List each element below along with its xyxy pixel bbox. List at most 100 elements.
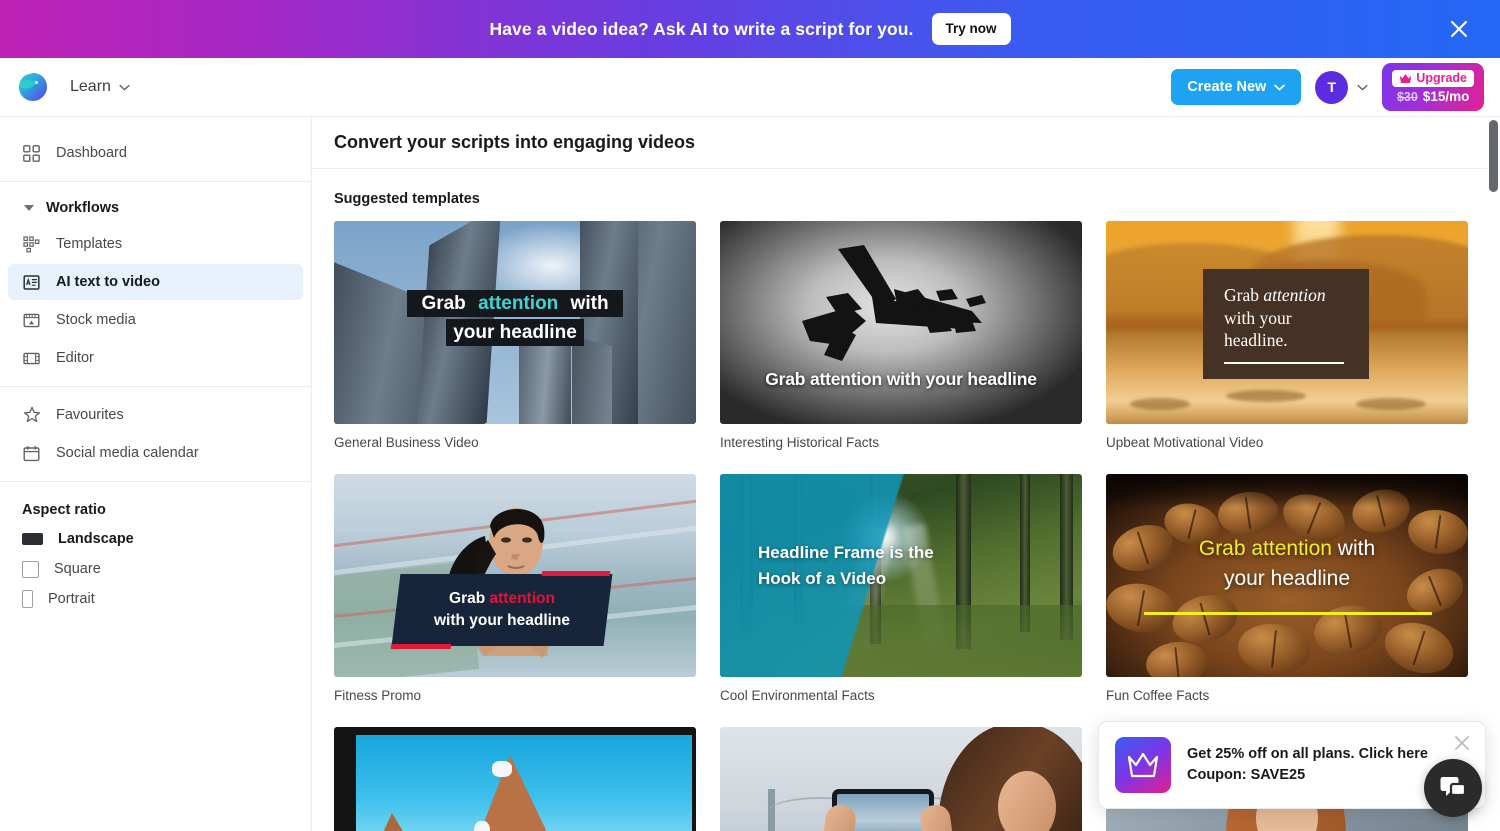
overlay-text-part: Grab	[414, 290, 479, 317]
top-promo-banner: Have a video idea? Ask AI to write a scr…	[0, 0, 1500, 58]
template-name: Fun Coffee Facts	[1106, 688, 1210, 703]
overlay-rule	[1224, 362, 1344, 365]
template-name: Fitness Promo	[334, 688, 422, 703]
sidebar-item-label: AI text to video	[56, 274, 160, 290]
overlay-text-part: Grab	[449, 590, 490, 607]
chevron-down-icon	[1357, 84, 1368, 90]
overlay-text-line1: Headline Frame is the	[758, 543, 934, 562]
template-thumbnail-fitness[interactable]: Grab attention with your headline	[334, 474, 696, 677]
sidebar-item-label: Editor	[56, 350, 94, 366]
template-card[interactable]: Headline Frame is the Hook of a Video Co…	[720, 474, 1082, 703]
sidebar-item-favourites[interactable]: Favourites	[8, 397, 303, 433]
app-header: Learn Create New T Upgrade $30 $15/mo	[0, 58, 1500, 117]
main-scrollbar-track[interactable]	[1487, 117, 1500, 831]
star-icon	[22, 406, 41, 425]
mountain-peak	[452, 755, 582, 831]
sidebar-item-editor[interactable]: Editor	[8, 340, 303, 376]
scrub-shape	[1130, 398, 1190, 410]
snow-patch	[492, 761, 512, 777]
bomber-plane-silhouette	[802, 245, 986, 362]
main-content: Convert your scripts into engaging video…	[312, 117, 1500, 831]
mountain-peak	[356, 813, 452, 831]
aspect-option-label: Portrait	[48, 591, 95, 607]
sidebar-item-label: Favourites	[56, 407, 124, 423]
landscape-rect-icon	[22, 533, 43, 545]
overlay-text-line2: your headline	[446, 319, 584, 347]
main-title-bar: Convert your scripts into engaging video…	[312, 117, 1500, 169]
upgrade-old-price: $30	[1396, 89, 1418, 104]
sidebar-item-dashboard[interactable]: Dashboard	[8, 135, 303, 171]
aspect-option-label: Square	[54, 561, 101, 577]
coffee-bean	[1235, 620, 1313, 677]
app-logo-icon[interactable]	[14, 68, 52, 106]
overlay-text-line3: headline.	[1224, 330, 1288, 351]
overlay-text-line2: your headline	[1223, 567, 1351, 591]
template-card[interactable]: Grab attention with your headline Fitnes…	[334, 474, 696, 703]
mountain-scene	[356, 735, 692, 831]
template-card[interactable]	[720, 727, 1082, 831]
template-thumbnail-coffee[interactable]: Grab attention with your headline	[1106, 474, 1468, 677]
thumbnail-overlay-text: Grab attention with your headline	[334, 289, 696, 348]
sidebar-section-workflows: Workflows Templates AI text to video Sto…	[0, 182, 311, 387]
template-name: Interesting Historical Facts	[720, 435, 880, 450]
aspect-option-square[interactable]: Square	[0, 554, 311, 584]
template-card[interactable]: Grab attention with your headline Intere…	[720, 221, 1082, 450]
crown-icon	[1115, 737, 1171, 793]
toast-message: Get 25% off on all plans. Click here Cou…	[1187, 744, 1428, 785]
learn-menu[interactable]: Learn	[70, 78, 130, 96]
template-card[interactable]: Grab attention with your headline Genera…	[334, 221, 696, 450]
sidebar-item-stock-media[interactable]: Stock media	[8, 302, 303, 338]
upgrade-pill: Upgrade	[1392, 70, 1474, 87]
user-menu[interactable]: T	[1315, 70, 1368, 104]
upgrade-new-price: $15/mo	[1422, 88, 1470, 104]
thumbnail-overlay-text: Grab attention with your headline	[396, 574, 608, 646]
thumbnail-overlay-box: Grab attention with your headline.	[1203, 269, 1369, 379]
sidebar-group-workflows[interactable]: Workflows	[6, 192, 303, 224]
template-name: Upbeat Motivational Video	[1106, 435, 1264, 450]
template-thumbnail-forest[interactable]: Headline Frame is the Hook of a Video	[720, 474, 1082, 677]
template-thumbnail-tablet-bridge[interactable]	[720, 727, 1082, 831]
overlay-italic-word: attention	[1263, 284, 1326, 305]
template-thumbnail-sunset[interactable]: Grab attention with your headline.	[1106, 221, 1468, 424]
toast-close-icon[interactable]	[1451, 732, 1473, 754]
template-card[interactable]	[334, 727, 696, 831]
banner-close-icon[interactable]	[1444, 14, 1474, 44]
thumbnail-overlay-text: Grab attention with your headline	[765, 369, 1037, 389]
editor-filmstrip-icon	[22, 349, 41, 368]
coffee-bean	[1378, 614, 1460, 677]
sidebar-section-aspect-ratio: Aspect ratio Landscape Square Portrait	[0, 482, 311, 622]
avatar: T	[1315, 70, 1349, 104]
ai-text-to-video-icon	[22, 273, 41, 292]
template-card[interactable]: Grab attention with your headline. Upbea…	[1106, 221, 1468, 450]
try-now-button[interactable]: Try now	[931, 13, 1011, 45]
overlay-rule	[1144, 612, 1432, 615]
template-thumbnail-bomber[interactable]: Grab attention with your headline	[720, 221, 1082, 424]
stock-media-icon	[22, 311, 41, 330]
aspect-option-landscape[interactable]: Landscape	[0, 524, 311, 554]
aspect-ratio-heading: Aspect ratio	[22, 502, 106, 518]
sidebar-item-templates[interactable]: Templates	[8, 226, 303, 262]
overlay-text-line2: with your	[1224, 307, 1292, 328]
template-card[interactable]: Grab attention with your headline Fun Co…	[1106, 474, 1468, 703]
template-thumbnail-mountain[interactable]	[334, 727, 696, 831]
template-thumbnail-skyscrapers[interactable]: Grab attention with your headline	[334, 221, 696, 424]
aspect-option-portrait[interactable]: Portrait	[0, 584, 311, 614]
chevron-down-icon	[1274, 84, 1286, 90]
scrub-shape	[1356, 398, 1426, 410]
learn-menu-label: Learn	[70, 78, 111, 95]
sidebar-item-social-media-calendar[interactable]: Social media calendar	[8, 435, 303, 471]
square-rect-icon	[22, 560, 39, 578]
upgrade-price: $30 $15/mo	[1396, 88, 1470, 104]
toast-line-2: Coupon: SAVE25	[1187, 767, 1306, 783]
upgrade-button[interactable]: Upgrade $30 $15/mo	[1382, 63, 1484, 111]
coffee-bean	[1310, 600, 1386, 660]
create-new-label: Create New	[1187, 78, 1267, 95]
create-new-button[interactable]: Create New	[1171, 68, 1302, 106]
chat-bubble-icon[interactable]	[1424, 759, 1482, 817]
sidebar-item-ai-text-to-video[interactable]: AI text to video	[8, 264, 303, 300]
thumbnail-overlay-text: Grab attention with your headline.	[1224, 284, 1348, 352]
templates-nodes-icon	[22, 235, 41, 254]
main-scrollbar-thumb[interactable]	[1489, 120, 1498, 192]
toast-line-1: Get 25% off on all plans. Click here	[1187, 746, 1428, 763]
aspect-option-label: Landscape	[58, 531, 134, 547]
